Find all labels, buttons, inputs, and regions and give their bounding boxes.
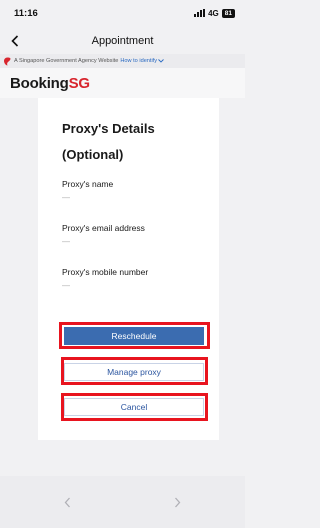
bookingsg-logo[interactable]: BookingSG <box>10 75 90 92</box>
reschedule-button[interactable]: Reschedule <box>64 327 204 345</box>
gov-banner-text: A Singapore Government Agency Website <box>14 58 119 64</box>
chevron-right-icon <box>175 497 181 507</box>
chevron-down-icon[interactable] <box>158 59 164 63</box>
status-indicators: 4G 81 <box>194 8 235 18</box>
heading-line-1: Proxy's Details <box>62 121 155 136</box>
status-time: 11:16 <box>14 7 38 19</box>
proxy-mobile-label: Proxy's mobile number <box>62 267 149 277</box>
gov-banner: A Singapore Government Agency Website Ho… <box>0 54 245 68</box>
singapore-lion-icon <box>4 56 11 66</box>
manage-proxy-button[interactable]: Manage proxy <box>64 363 204 381</box>
page-title: Appointment <box>91 35 154 47</box>
identify-link[interactable]: How to identify <box>120 58 157 64</box>
proxy-email-value: — <box>62 237 70 246</box>
chevron-left-icon <box>64 497 70 507</box>
chevron-left-icon <box>11 35 19 47</box>
proxy-details-card: Proxy's Details (Optional) Proxy's name … <box>38 98 219 440</box>
network-type: 4G <box>208 8 219 18</box>
cancel-button[interactable]: Cancel <box>64 398 204 416</box>
heading-line-2: (Optional) <box>62 147 124 162</box>
logo-text-sg: SG <box>68 74 90 92</box>
battery-icon: 81 <box>221 8 235 18</box>
browser-forward-button[interactable] <box>174 497 181 508</box>
proxy-email-label: Proxy's email address <box>62 223 145 233</box>
status-bar: 11:16 4G 81 <box>0 0 245 26</box>
back-button[interactable] <box>4 30 26 52</box>
site-header: BookingSG <box>0 68 245 98</box>
proxy-details-heading: Proxy's Details (Optional) <box>62 116 212 168</box>
nav-bar: Appointment <box>0 30 245 52</box>
proxy-name-value: — <box>62 193 70 202</box>
browser-back-button[interactable] <box>64 497 71 508</box>
logo-text-booking: Booking <box>10 74 69 92</box>
proxy-mobile-value: — <box>62 281 70 290</box>
bottom-nav-bar <box>0 476 245 528</box>
signal-icon <box>194 9 206 17</box>
proxy-name-label: Proxy's name <box>62 179 114 189</box>
